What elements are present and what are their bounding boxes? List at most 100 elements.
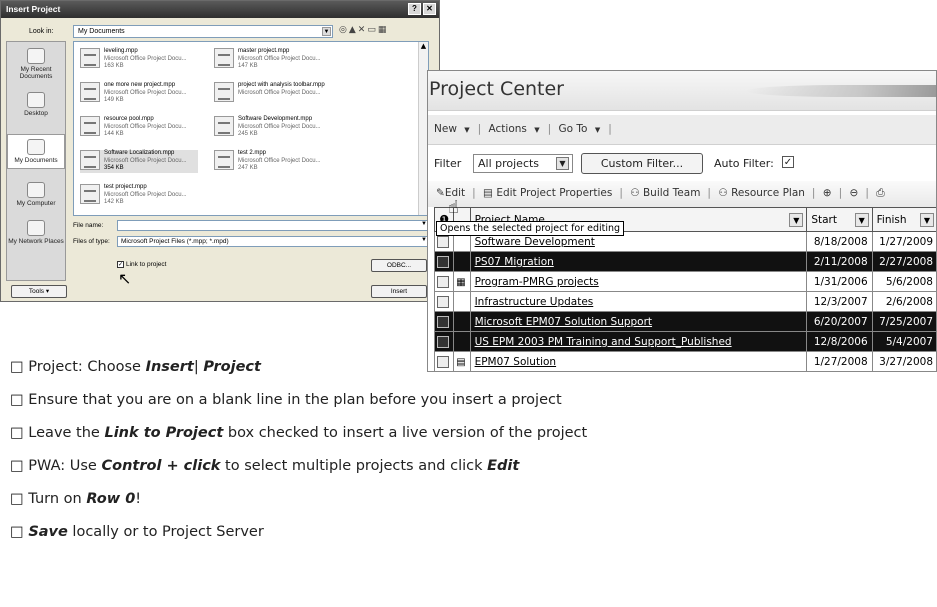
- file-size: 144 KB: [104, 131, 124, 137]
- file-item[interactable]: master project.mpp Microsoft Office Proje…: [214, 48, 332, 71]
- project-name-cell[interactable]: EPM07 Solution: [469, 351, 808, 371]
- file-name: test 2.mpp: [238, 150, 267, 156]
- project-link[interactable]: Infrastructure Updates: [475, 296, 594, 308]
- bullet-item: □ Leave the Link to Project box checked …: [10, 425, 587, 441]
- bullet-text: □ Project: Choose: [10, 359, 146, 375]
- place-my-documents[interactable]: My Documents: [7, 134, 65, 169]
- help-button[interactable]: ?: [408, 3, 421, 15]
- file-type: Microsoft Office Project Docu...: [104, 191, 187, 198]
- dialog-titlebar: Insert Project ? ✕: [1, 1, 439, 18]
- bullet-emphasis: Edit: [487, 458, 520, 474]
- file-item[interactable]: leveling.mpp Microsoft Office Project Doc…: [80, 48, 198, 71]
- table-row[interactable]: Microsoft EPM07 Solution Support 6/20/20…: [433, 311, 936, 332]
- project-name-cell[interactable]: Infrastructure Updates: [469, 291, 808, 312]
- place-my-computer[interactable]: My Computer: [7, 182, 65, 207]
- insert-button[interactable]: Insert: [371, 285, 427, 298]
- program-icon: ▦: [456, 276, 466, 288]
- place-label: My Documents: [14, 157, 58, 164]
- place-label: Desktop: [24, 110, 48, 117]
- menu-new[interactable]: New ▼: [434, 123, 474, 135]
- notes-icon: ▤: [456, 356, 466, 368]
- up-folder-icon[interactable]: ▲: [349, 25, 358, 35]
- project-link[interactable]: PS07 Migration: [475, 256, 554, 268]
- row-indicator-cell: [433, 351, 455, 371]
- mpp-file-icon: [214, 116, 234, 136]
- file-name-input[interactable]: ▼: [117, 220, 429, 231]
- resource-plan-button[interactable]: ⚇ Resource Plan: [718, 187, 805, 199]
- new-folder-icon[interactable]: ▭: [367, 25, 378, 35]
- project-doc-icon: [437, 275, 449, 288]
- odbc-button[interactable]: ODBC...: [371, 259, 427, 272]
- close-button[interactable]: ✕: [423, 3, 436, 15]
- project-name-cell[interactable]: US EPM 2003 PM Training and Support_Publ…: [469, 331, 808, 352]
- bullet-text: locally or to Project Server: [67, 524, 264, 540]
- project-name-cell[interactable]: PS07 Migration: [469, 251, 808, 272]
- file-item[interactable]: test project.mpp Microsoft Office Project…: [80, 184, 198, 207]
- file-item[interactable]: one more new project.mpp Microsoft Office…: [80, 82, 198, 105]
- zoom-out-button[interactable]: ⊖: [850, 187, 859, 199]
- file-item[interactable]: Software Development.mpp Microsoft Office…: [214, 116, 332, 139]
- bullet-text: □ PWA: Use: [10, 458, 102, 474]
- table-row[interactable]: ▦ Program-PMRG projects 1/31/2006 5/6/20…: [433, 271, 936, 292]
- chevron-down-icon[interactable]: ▼: [854, 213, 869, 227]
- menu-go-to[interactable]: Go To ▼: [559, 123, 605, 135]
- chevron-down-icon[interactable]: ▼: [789, 213, 804, 227]
- project-center-window: Project Center New ▼ | Actions ▼ | Go To ▼…: [427, 70, 937, 372]
- mpp-file-icon: [80, 82, 100, 102]
- file-item[interactable]: project with analysis toolbar.mpp Microso…: [214, 82, 332, 102]
- tools-button[interactable]: Tools ▾: [11, 285, 67, 298]
- build-team-button[interactable]: ⚇ Build Team: [630, 187, 700, 199]
- auto-filter-checkbox[interactable]: ✓: [782, 156, 794, 168]
- filter-value: All projects: [478, 157, 540, 170]
- row-type-cell: [453, 251, 471, 272]
- back-icon[interactable]: ◎: [339, 25, 349, 35]
- start-cell: 8/18/2008: [806, 231, 873, 252]
- mpp-file-icon: [80, 48, 100, 68]
- place-desktop[interactable]: Desktop: [7, 92, 65, 117]
- bullet-emphasis: Row 0: [86, 491, 136, 507]
- file-item[interactable]: resource pool.mpp Microsoft Office Projec…: [80, 116, 198, 139]
- file-type: Microsoft Office Project Docu...: [238, 157, 321, 164]
- views-icon[interactable]: ▦: [378, 25, 389, 35]
- menu-actions[interactable]: Actions ▼: [489, 123, 544, 135]
- recent-documents-icon: [27, 48, 45, 64]
- files-of-type-select[interactable]: Microsoft Project Files (*.mpp; *.mpd) ▼: [117, 236, 429, 247]
- table-row[interactable]: PS07 Migration 2/11/2008 2/27/2008: [433, 251, 936, 272]
- team-icon: ⚇: [630, 187, 640, 199]
- table-row[interactable]: Infrastructure Updates 12/3/2007 2/6/200…: [433, 291, 936, 312]
- column-header-finish[interactable]: Finish ▼: [871, 207, 936, 232]
- bullet-item: □ Project: Choose Insert| Project: [10, 359, 261, 375]
- row-type-cell: ▤: [453, 351, 471, 371]
- project-link[interactable]: Program-PMRG projects: [475, 276, 599, 288]
- file-type: Microsoft Office Project Docu...: [238, 123, 321, 130]
- file-item[interactable]: Software Localization.mpp Microsoft Offic…: [80, 150, 198, 173]
- project-link[interactable]: US EPM 2003 PM Training and Support_Publ…: [475, 336, 732, 348]
- edit-icon: ✎: [436, 187, 445, 199]
- look-in-select[interactable]: My Documents ▼: [73, 25, 333, 38]
- filter-select[interactable]: All projects ▼: [473, 154, 573, 173]
- table-row[interactable]: ▤ EPM07 Solution 1/27/2008 3/27/2008: [433, 351, 936, 371]
- print-icon[interactable]: ⎙: [876, 187, 884, 199]
- file-size: 354 KB: [104, 165, 124, 171]
- link-to-project-checkbox[interactable]: ✓ Link to project: [117, 261, 166, 268]
- bullet-text: box checked to insert a live version of …: [223, 425, 588, 441]
- start-cell: 1/27/2008: [806, 351, 873, 371]
- file-item[interactable]: test 2.mpp Microsoft Office Project Docu.…: [214, 150, 332, 173]
- zoom-in-button[interactable]: ⊕: [823, 187, 832, 199]
- column-header-start[interactable]: Start ▼: [806, 207, 873, 232]
- edit-project-properties-button[interactable]: ▤ Edit Project Properties: [483, 187, 612, 199]
- project-link[interactable]: EPM07 Solution: [475, 356, 557, 368]
- insert-project-dialog: Insert Project ? ✕ Look in: My Documents…: [0, 0, 440, 302]
- chevron-down-icon[interactable]: ▼: [920, 213, 934, 227]
- custom-filter-button[interactable]: Custom Filter...: [581, 153, 703, 174]
- place-my-network-places[interactable]: My Network Places: [7, 220, 65, 245]
- tools-label: Tools: [28, 288, 45, 295]
- project-link[interactable]: Microsoft EPM07 Solution Support: [475, 316, 652, 328]
- place-my-recent-documents[interactable]: My Recent Documents: [7, 48, 65, 80]
- project-name-cell[interactable]: Microsoft EPM07 Solution Support: [469, 311, 808, 332]
- bullet-item: □ Save locally or to Project Server: [10, 524, 264, 540]
- project-name-cell[interactable]: Program-PMRG projects: [469, 271, 808, 292]
- project-link[interactable]: Software Development: [475, 236, 595, 248]
- table-row[interactable]: US EPM 2003 PM Training and Support_Publ…: [433, 331, 936, 352]
- delete-icon[interactable]: ✕: [358, 25, 368, 35]
